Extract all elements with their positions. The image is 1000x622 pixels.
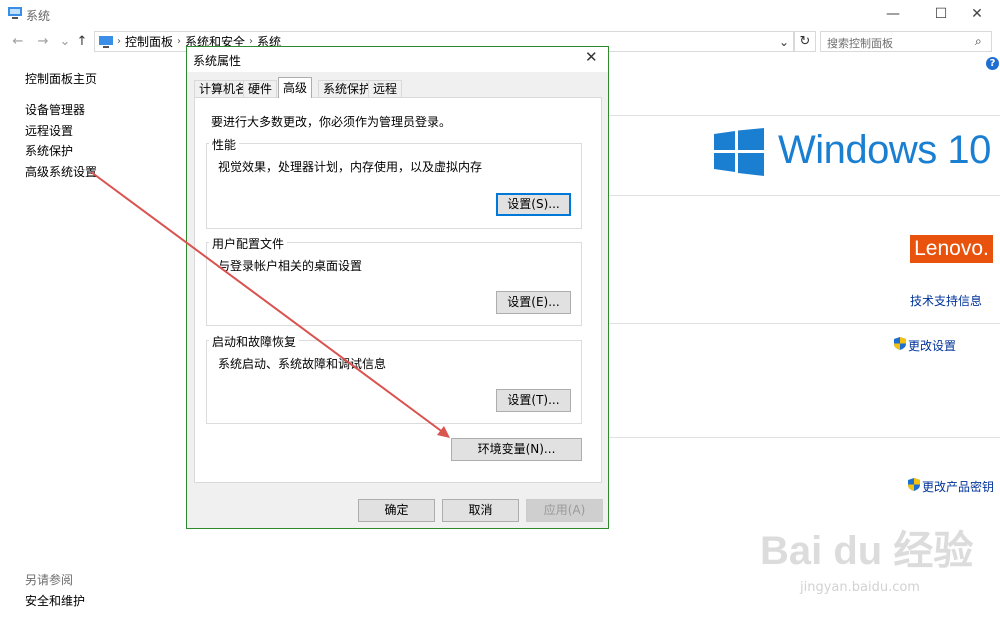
tab-advanced[interactable]: 高级 (278, 77, 313, 98)
watermark-url: jingyan.baidu.com (800, 580, 920, 595)
watermark-logo: Bai du 经验 (760, 529, 974, 573)
